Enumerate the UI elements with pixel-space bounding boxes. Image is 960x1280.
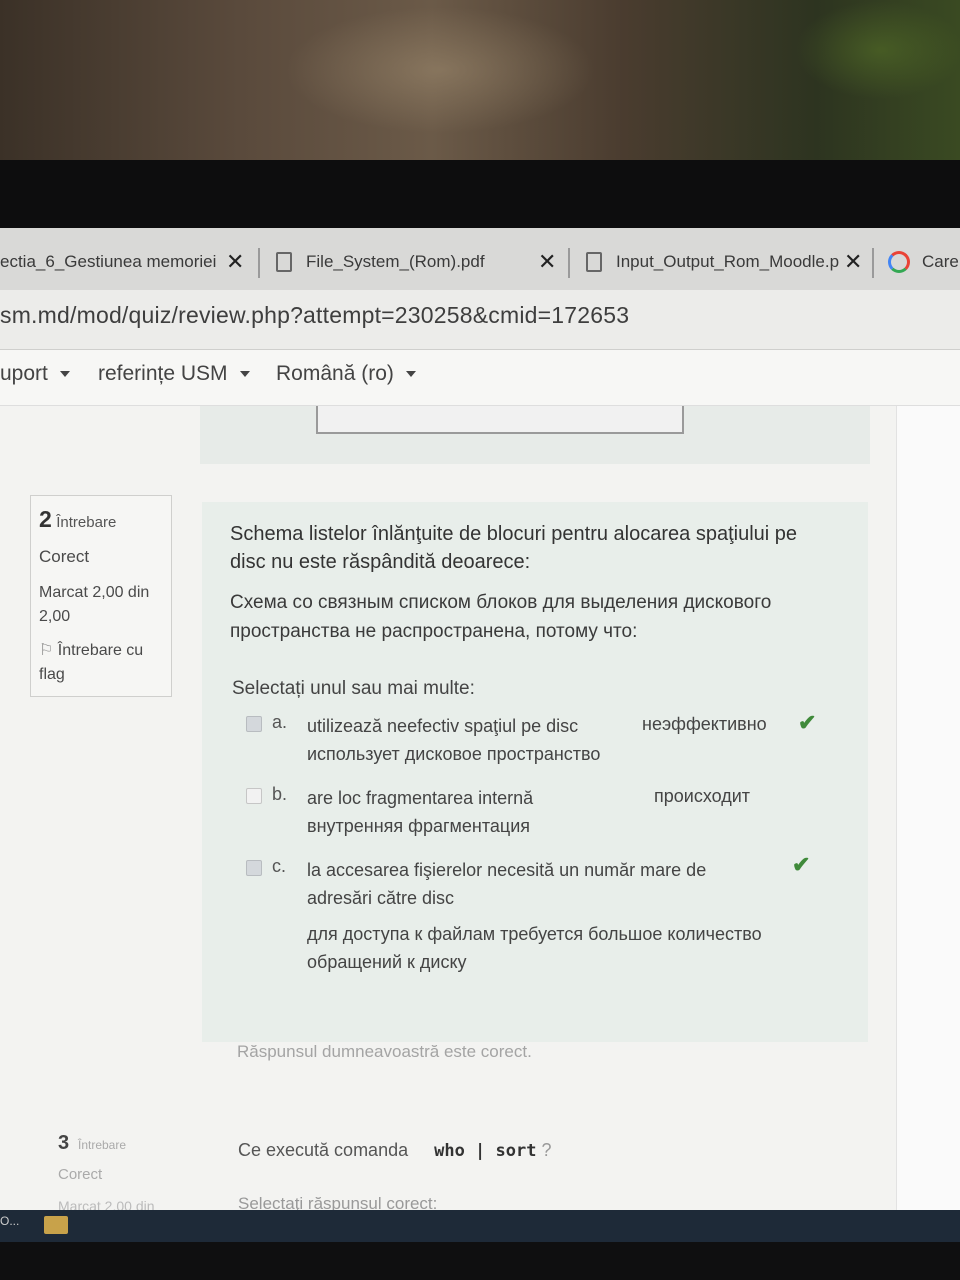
nav-label: referințe USM	[98, 362, 228, 385]
question-text-ro: Schema listelor înlănţuite de blocuri pe…	[230, 523, 798, 573]
flag-icon: ⚐	[39, 642, 58, 659]
url-text[interactable]: sm.md/mod/quiz/review.php?attempt=230258…	[0, 302, 629, 329]
answer-note: неэффективно	[642, 714, 767, 734]
answer-letter: a.	[272, 712, 288, 732]
question-mark: ?	[541, 1140, 552, 1160]
tab-separator	[872, 248, 874, 278]
google-icon	[888, 251, 910, 273]
nav-suport-menu[interactable]: uport	[0, 362, 70, 386]
answer-text: la accesarea fişierelor necesită un numă…	[307, 860, 707, 908]
answer-option-c[interactable]: c. la accesarea fişierelor necesită un n…	[242, 852, 842, 996]
tab-input-output[interactable]: Input_Output_Rom_Moodle.p ✕	[586, 242, 862, 282]
tab-gestiunea-memoriei[interactable]: ectia_6_Gestiunea memoriei ✕	[0, 242, 244, 282]
language-menu[interactable]: Română (ro)	[276, 362, 416, 386]
command-text: who | sort	[434, 1141, 537, 1161]
caret-down-icon	[59, 371, 70, 377]
nav-referinte-menu[interactable]: referințe USM	[98, 362, 250, 386]
answer-letter: c.	[272, 856, 287, 876]
answer-checkbox[interactable]	[246, 788, 262, 804]
question-grade: Marcat 2,00 din 2,00	[39, 584, 150, 625]
feedback-text: Răspunsul dumneavoastră este corect.	[237, 1042, 532, 1061]
previous-question-tail	[200, 406, 870, 464]
answer-option-a[interactable]: a. utilizează neefectiv spaţiul pe disc …	[242, 710, 842, 776]
address-bar[interactable]: sm.md/mod/quiz/review.php?attempt=230258…	[0, 290, 960, 350]
question-number-label: Întrebare	[78, 1138, 127, 1152]
question-state: Corect	[39, 547, 90, 566]
answer-text: are loc fragmentarea internă	[307, 788, 534, 808]
tab-google[interactable]: Care	[888, 242, 959, 282]
answer-checkbox[interactable]	[246, 716, 262, 732]
answer-note: происходит	[654, 786, 751, 806]
browser-window: ectia_6_Gestiunea memoriei ✕ File_System…	[0, 228, 960, 1242]
answer-checkbox[interactable]	[246, 860, 262, 876]
answer-text-ru: для доступа к файлам требуется большое к…	[307, 924, 762, 972]
taskbar-item[interactable]: O...	[0, 1214, 30, 1238]
right-sidebar	[896, 406, 960, 1242]
tab-strip: ectia_6_Gestiunea memoriei ✕ File_System…	[0, 228, 960, 290]
tab-label: Input_Output_Rom_Moodle.p	[616, 252, 840, 271]
folder-icon[interactable]	[44, 1216, 68, 1234]
background-photo	[0, 0, 960, 160]
os-taskbar: O...	[0, 1210, 960, 1242]
question-number-label: Întrebare	[56, 514, 117, 531]
question-text-ru: Схема со связным списком блоков для выде…	[230, 592, 772, 642]
question-number: 2	[39, 506, 52, 532]
tab-separator	[258, 248, 260, 278]
answer-text-ru: использует дисковое пространство	[307, 744, 601, 764]
previous-answer-box	[316, 406, 684, 434]
question-state: Corect	[58, 1166, 103, 1183]
question-text: Ce execută comanda who | sort ?	[238, 1140, 552, 1161]
site-navbar: uport referințe USM Română (ro)	[0, 350, 960, 406]
caret-down-icon	[239, 371, 250, 377]
monitor-bezel-bottom	[0, 1242, 960, 1280]
question-content: Schema listelor înlănţuite de blocuri pe…	[202, 502, 868, 1042]
check-icon: ✔	[792, 852, 811, 877]
answer-text-ru: внутренняя фрагментация	[307, 816, 531, 836]
answer-prompt: Selectați unul sau mai multe:	[232, 678, 475, 699]
tab-file-system[interactable]: File_System_(Rom).pdf ✕	[276, 242, 556, 282]
close-icon[interactable]: ✕	[844, 249, 862, 275]
nav-label: uport	[0, 362, 48, 385]
question-text-part: Ce execută comanda	[238, 1140, 409, 1160]
tab-label: ectia_6_Gestiunea memoriei	[0, 252, 217, 271]
nav-label: Română (ro)	[276, 362, 394, 385]
monitor-bezel-top	[0, 160, 960, 230]
check-icon: ✔	[798, 710, 817, 735]
question-number: 3	[58, 1132, 70, 1154]
document-icon	[586, 252, 602, 272]
tab-separator	[568, 248, 570, 278]
question-info: 2 Întrebare Corect Marcat 2,00 din 2,00 …	[30, 495, 172, 697]
close-icon[interactable]: ✕	[538, 249, 556, 275]
document-icon	[276, 252, 292, 272]
caret-down-icon	[405, 371, 416, 377]
tab-label: Care	[922, 252, 959, 271]
answer-option-b[interactable]: b. are loc fragmentarea internă происход…	[242, 784, 842, 848]
close-icon[interactable]: ✕	[226, 249, 244, 275]
flag-question-link[interactable]: ⚐ Întrebare cu flag	[39, 639, 163, 687]
answer-letter: b.	[272, 784, 288, 804]
tab-label: File_System_(Rom).pdf	[306, 252, 485, 271]
answer-text: utilizează neefectiv spaţiul pe disc	[307, 716, 579, 736]
